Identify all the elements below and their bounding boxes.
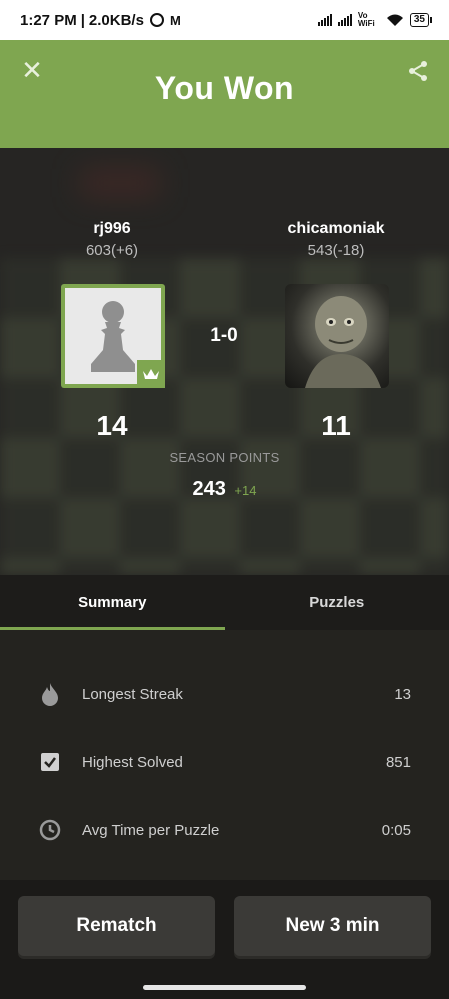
- battery-icon: 35: [409, 13, 433, 27]
- board-decoration: [80, 168, 160, 198]
- stat-label: Highest Solved: [82, 753, 183, 771]
- status-left: 1:27 PM | 2.0KB/s M: [20, 12, 318, 29]
- game-summary-board: rj996 603(+6) chicamoniak 543(-18) 1-0 1…: [0, 148, 449, 575]
- season-points-label: SEASON POINTS: [169, 450, 280, 465]
- player-right-rating: 543(-18): [307, 242, 365, 259]
- status-separator: |: [80, 11, 85, 29]
- new-game-button[interactable]: New 3 min: [234, 896, 431, 956]
- rematch-button[interactable]: Rematch: [18, 896, 215, 956]
- tab-bar: Summary Puzzles: [0, 575, 449, 630]
- status-bar: 1:27 PM | 2.0KB/s M Vo WiFi 35: [0, 0, 449, 40]
- vowifi-label: Vo WiFi: [357, 11, 375, 28]
- signal-icon-2: [337, 14, 352, 26]
- status-time: 1:27 PM: [20, 11, 77, 29]
- action-bar: Rematch New 3 min: [0, 880, 449, 999]
- player-right: chicamoniak 543(-18): [256, 220, 416, 259]
- flame-icon: [38, 682, 62, 706]
- tab-summary[interactable]: Summary: [0, 575, 225, 630]
- page-title: You Won: [154, 70, 295, 106]
- season-points: 243 +14: [0, 478, 449, 501]
- status-speed: 2.0KB/s: [88, 11, 144, 29]
- player-left-name: rj996: [93, 220, 131, 237]
- player-left-points: 14: [96, 410, 128, 441]
- stat-label: Avg Time per Puzzle: [82, 821, 220, 839]
- player-left-rating: 603(+6): [85, 242, 139, 259]
- signal-icon: [317, 14, 332, 26]
- summary-stats: Longest Streak 13 Highest Solved 851 Avg…: [0, 630, 449, 900]
- checkbox-icon: [38, 750, 62, 774]
- home-indicator[interactable]: [143, 985, 306, 990]
- player-right-name: chicamoniak: [287, 220, 385, 237]
- stat-row-avg-time: Avg Time per Puzzle 0:05: [0, 810, 449, 850]
- game-score: 1-0: [210, 325, 238, 346]
- wifi-icon: [386, 14, 403, 26]
- stat-label: Longest Streak: [82, 685, 183, 703]
- stat-value: 13: [394, 685, 411, 703]
- stat-value: 851: [385, 753, 411, 771]
- status-right: Vo WiFi 35: [317, 11, 433, 28]
- clock-icon: [38, 818, 62, 842]
- gmail-icon: M: [169, 12, 181, 28]
- season-points-delta: +14: [234, 483, 257, 498]
- stat-row-longest-streak: Longest Streak 13: [0, 674, 449, 714]
- stat-row-highest-solved: Highest Solved 851: [0, 742, 449, 782]
- winner-crown-icon: [137, 360, 165, 388]
- player-left-avatar[interactable]: [61, 284, 165, 388]
- player-right-avatar[interactable]: [285, 284, 389, 388]
- whatsapp-icon: [149, 13, 164, 27]
- season-points-value: 243: [192, 478, 226, 500]
- player-left: rj996 603(+6): [32, 220, 192, 259]
- stat-value: 0:05: [381, 821, 411, 839]
- tab-puzzles[interactable]: Puzzles: [225, 575, 449, 630]
- opponent-avatar-image: [305, 296, 381, 388]
- player-right-points: 11: [321, 410, 351, 441]
- result-header: ✕ You Won: [0, 40, 449, 148]
